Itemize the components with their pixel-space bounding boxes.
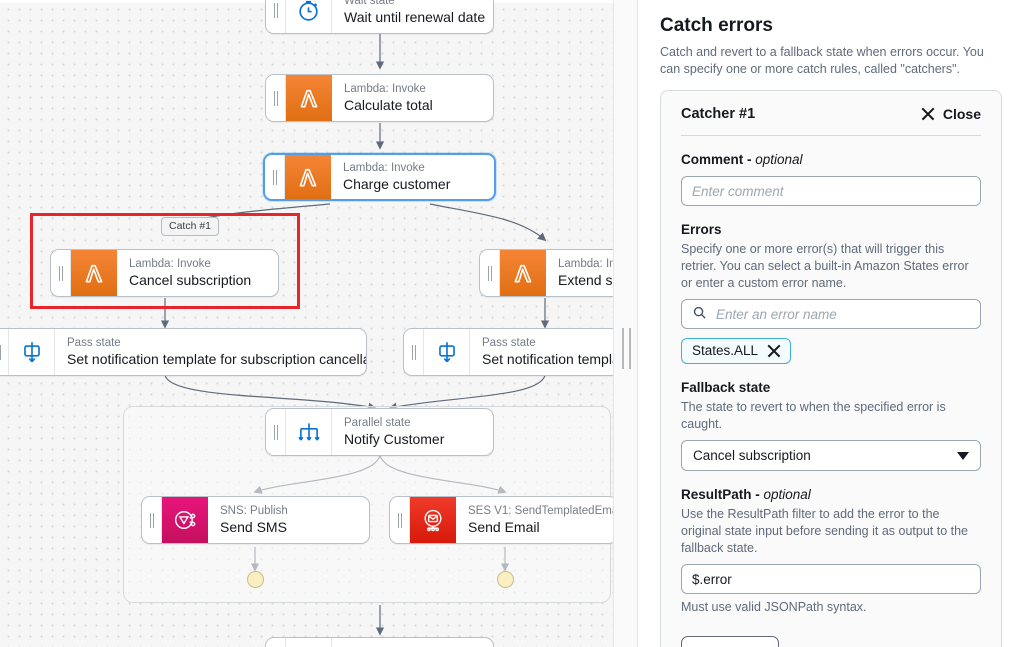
panel-splitter[interactable]: [613, 0, 638, 647]
state-name: Cancel subscription: [129, 272, 252, 288]
add-catcher-button[interactable]: [681, 636, 779, 647]
lambda-icon: [285, 155, 331, 199]
clock-icon: [286, 0, 332, 33]
chevron-down-icon: [957, 451, 969, 460]
resultpath-input[interactable]: $.error: [681, 564, 981, 594]
state-name: Send SMS: [220, 519, 287, 535]
lambda-icon: [286, 75, 332, 121]
drag-grip[interactable]: [390, 497, 410, 543]
errors-field-group: Errors Specify one or more error(s) that…: [681, 221, 981, 364]
state-node-calculate-total[interactable]: Lambda: Invoke Calculate total: [265, 74, 494, 122]
state-name: Notify Customer: [344, 431, 445, 447]
drag-grip[interactable]: [0, 329, 9, 375]
state-kind: Pass state: [67, 337, 121, 349]
panel-description: Catch and revert to a fallback state whe…: [660, 45, 984, 76]
state-kind: SES V1: SendTemplatedEmail: [468, 505, 613, 517]
resultpath-help: Use the ResultPath filter to add the err…: [681, 507, 968, 555]
state-kind: Lambda: Invoke: [343, 162, 425, 174]
fallback-state-help: The state to revert to when the specifie…: [681, 400, 946, 431]
errors-help: Specify one or more error(s) that will t…: [681, 242, 969, 290]
state-node-send-sms[interactable]: SNS: Publish Send SMS: [141, 496, 370, 544]
fallback-state-label: Fallback state: [681, 380, 771, 395]
drag-grip[interactable]: [266, 0, 286, 33]
fallback-state-field-group: Fallback state The state to revert to wh…: [681, 379, 981, 471]
state-kind: SNS: Publish: [220, 505, 288, 517]
error-name-placeholder: Enter an error name: [716, 306, 837, 322]
error-tag-label: States.ALL: [692, 343, 759, 358]
state-name: Set notification template: [482, 351, 613, 367]
comment-field-group: Comment - optional Enter comment: [681, 151, 981, 206]
state-icon: [286, 638, 332, 647]
fallback-state-value: Cancel subscription: [693, 448, 811, 463]
state-node-next-partial[interactable]: [265, 637, 494, 647]
state-name: Charge customer: [343, 176, 451, 192]
resultpath-field-group: ResultPath - optional Use the ResultPath…: [681, 486, 981, 614]
state-kind: Lambda: Invoke: [129, 258, 211, 270]
catch-errors-panel: Catch errors Catch and revert to a fallb…: [638, 0, 1024, 647]
branch-end-dot-email: [497, 571, 514, 588]
catcher-header: Catcher #1 Close: [681, 106, 981, 136]
state-kind: Wait state: [344, 0, 395, 7]
comment-label: Comment - optional: [681, 152, 803, 167]
fallback-state-select[interactable]: Cancel subscription: [681, 440, 981, 471]
workflow-canvas[interactable]: Wait state Wait until renewal date Lambd…: [0, 0, 613, 647]
splitter-drag-handle[interactable]: [622, 328, 631, 369]
pass-icon: [9, 329, 55, 375]
close-label: Close: [942, 106, 981, 122]
drag-grip[interactable]: [142, 497, 162, 543]
resultpath-label: ResultPath - optional: [681, 487, 811, 502]
state-kind: Parallel state: [344, 417, 411, 429]
comment-optional-tag: optional: [755, 152, 803, 167]
state-node-set-notification-template[interactable]: Pass state Set notification template: [403, 328, 613, 376]
errors-label: Errors: [681, 222, 722, 237]
drag-grip[interactable]: [266, 409, 286, 455]
drag-grip[interactable]: [266, 638, 286, 647]
state-node-notify-customer[interactable]: Parallel state Notify Customer: [265, 408, 494, 456]
drag-grip[interactable]: [480, 250, 500, 296]
state-node-extend-subscription[interactable]: Lambda: Invoke Extend subscription: [479, 249, 613, 297]
close-icon: [921, 107, 935, 121]
state-kind: Pass state: [482, 337, 536, 349]
parallel-icon: [286, 409, 332, 455]
state-node-cancel-subscription[interactable]: Lambda: Invoke Cancel subscription: [50, 249, 279, 297]
state-name: Wait until renewal date: [344, 9, 486, 25]
state-name: Extend subscription: [558, 272, 613, 288]
drag-grip[interactable]: [51, 250, 71, 296]
state-node-wait-until-renewal-date[interactable]: Wait state Wait until renewal date: [265, 0, 494, 34]
resultpath-optional-tag: optional: [763, 487, 811, 502]
catch-badge[interactable]: Catch #1: [161, 217, 220, 236]
state-name: Calculate total: [344, 97, 433, 113]
state-name: Set notification template for subscripti…: [67, 351, 366, 367]
search-icon: [692, 305, 707, 323]
pass-icon: [424, 329, 470, 375]
lambda-icon: [71, 250, 117, 296]
state-kind: Lambda: Invoke: [344, 83, 426, 95]
state-name: Send Email: [468, 519, 540, 535]
catcher-card: Catcher #1 Close Comment - optional Ente…: [660, 90, 1002, 647]
error-name-input[interactable]: Enter an error name: [681, 299, 981, 329]
resultpath-hint: Must use valid JSONPath syntax.: [681, 600, 867, 614]
close-catcher-button[interactable]: Close: [921, 106, 981, 122]
state-kind: Lambda: Invoke: [558, 258, 613, 270]
ses-icon: [410, 497, 456, 543]
catcher-title: Catcher #1: [681, 106, 756, 122]
comment-input[interactable]: Enter comment: [681, 176, 981, 206]
branch-end-dot-sms: [247, 571, 264, 588]
remove-tag-icon[interactable]: [767, 344, 781, 358]
lambda-icon: [500, 250, 546, 296]
drag-grip[interactable]: [266, 75, 286, 121]
sns-icon: [162, 497, 208, 543]
state-node-send-email[interactable]: SES V1: SendTemplatedEmail Send Email: [389, 496, 613, 544]
state-node-set-notification-template-cancellation[interactable]: Pass state Set notification template for…: [0, 328, 367, 376]
resultpath-value: $.error: [692, 571, 732, 587]
state-node-charge-customer[interactable]: Lambda: Invoke Charge customer: [263, 153, 496, 201]
panel-title: Catch errors: [660, 15, 773, 36]
drag-grip[interactable]: [265, 155, 285, 199]
drag-grip[interactable]: [404, 329, 424, 375]
error-tag-states-all[interactable]: States.ALL: [681, 338, 792, 364]
comment-placeholder: Enter comment: [692, 183, 784, 199]
